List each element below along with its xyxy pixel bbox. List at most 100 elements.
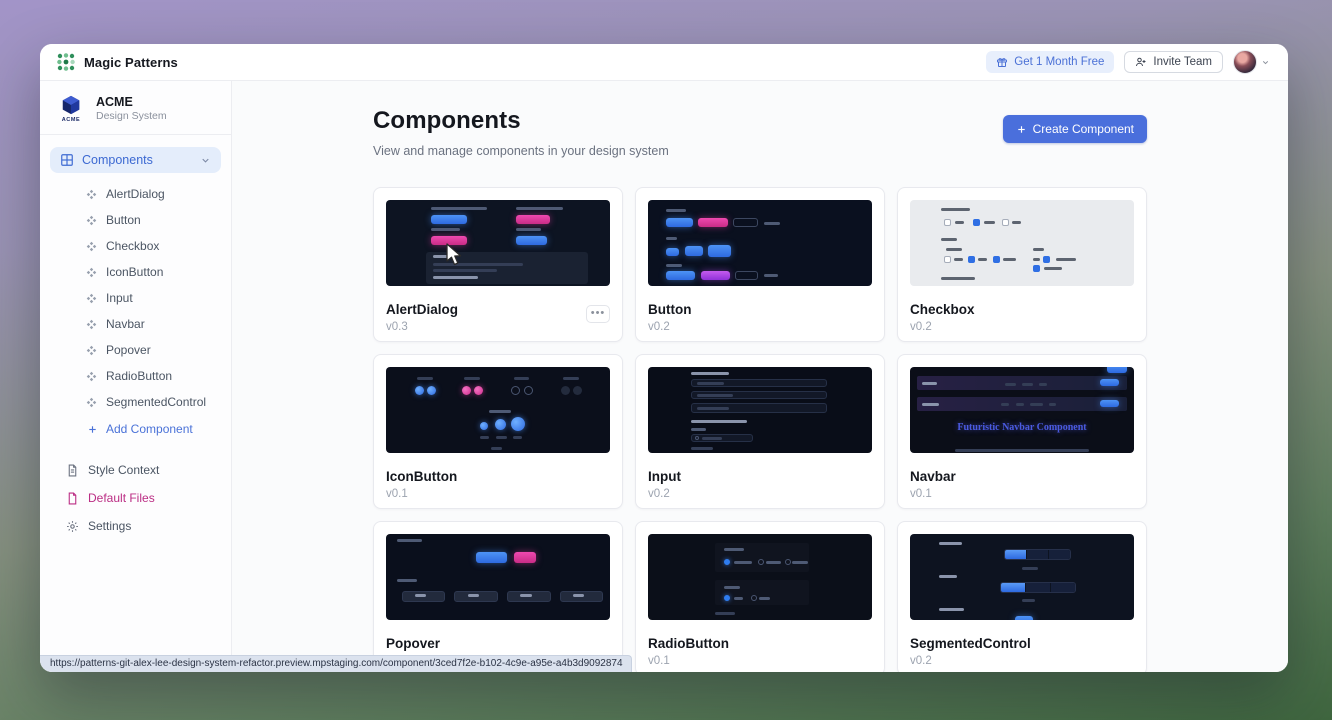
file-icon — [66, 492, 79, 505]
component-card-version: v0.2 — [910, 655, 1134, 667]
component-card-version: v0.1 — [910, 488, 1134, 500]
top-bar: Magic Patterns Get 1 Month Free Invite T… — [40, 44, 1288, 81]
sidebar-item-navbar[interactable]: Navbar — [40, 311, 231, 337]
avatar[interactable] — [1233, 50, 1257, 74]
create-component-label: Create Component — [1033, 122, 1134, 136]
sidebar-item-popover[interactable]: Popover — [40, 337, 231, 363]
component-card-title: Checkbox — [910, 302, 1134, 317]
component-card-popover[interactable]: Popover v0.2 — [373, 521, 623, 672]
sidebar-item-alertdialog[interactable]: AlertDialog — [40, 181, 231, 207]
component-thumbnail[interactable] — [910, 534, 1134, 620]
chevron-down-icon — [200, 155, 211, 166]
sidebar-item-label: Checkbox — [106, 239, 159, 253]
acme-logo: ACME — [56, 94, 86, 123]
component-icon — [86, 319, 97, 330]
component-card-iconbutton[interactable]: IconButton v0.1 — [373, 354, 623, 509]
component-grid: AlertDialog v0.3 ••• — [373, 187, 1147, 672]
component-card-version: v0.2 — [648, 321, 872, 333]
page-title: Components — [373, 107, 669, 135]
component-icon — [86, 267, 97, 278]
sidebar-item-checkbox[interactable]: Checkbox — [40, 233, 231, 259]
component-card-version: v0.1 — [386, 488, 610, 500]
gift-icon — [996, 56, 1008, 68]
sidebar-item-radiobutton[interactable]: RadioButton — [40, 363, 231, 389]
invite-team-button[interactable]: Invite Team — [1124, 51, 1223, 73]
account-menu[interactable] — [1233, 50, 1270, 74]
sidebar-item-label: Input — [106, 291, 133, 305]
sidebar-item-label: Style Context — [88, 463, 159, 477]
component-card-radiobutton[interactable]: RadioButton v0.1 — [635, 521, 885, 672]
component-icon — [86, 241, 97, 252]
acme-logo-label: ACME — [62, 117, 81, 123]
component-card-segmentedcontrol[interactable]: SegmentedControl v0.2 — [897, 521, 1147, 672]
sidebar-item-iconbutton[interactable]: IconButton — [40, 259, 231, 285]
user-plus-icon — [1135, 56, 1147, 68]
component-icon — [86, 189, 97, 200]
component-card-title: Input — [648, 469, 872, 484]
add-component-button[interactable]: Add Component — [40, 415, 231, 443]
component-card-title: SegmentedControl — [910, 636, 1134, 651]
component-thumbnail[interactable] — [386, 534, 610, 620]
component-icon — [86, 397, 97, 408]
components-nav-label: Components — [82, 153, 153, 167]
sidebar-item-button[interactable]: Button — [40, 207, 231, 233]
component-card-title: IconButton — [386, 469, 610, 484]
component-card-title: Popover — [386, 636, 610, 651]
component-card-button[interactable]: Button v0.2 — [635, 187, 885, 342]
workspace-name: ACME — [96, 95, 167, 109]
sidebar-item-components[interactable]: Components — [50, 147, 221, 173]
magic-patterns-logo — [56, 52, 76, 72]
component-list: AlertDialog Button Checkbox IconButton I… — [40, 181, 231, 415]
card-menu-button[interactable]: ••• — [586, 305, 610, 323]
component-card-version: v0.3 — [386, 321, 610, 333]
component-thumbnail[interactable] — [386, 200, 610, 286]
component-thumbnail[interactable] — [648, 367, 872, 453]
plus-icon — [87, 424, 98, 435]
cube-icon — [60, 94, 82, 116]
sidebar-item-input[interactable]: Input — [40, 285, 231, 311]
plus-icon — [1016, 124, 1027, 135]
sidebar-footer: Style Context Default Files Settings — [40, 456, 231, 540]
sidebar-item-segmentedcontrol[interactable]: SegmentedControl — [40, 389, 231, 415]
sidebar-item-settings[interactable]: Settings — [40, 512, 231, 540]
sidebar-item-label: SegmentedControl — [106, 395, 206, 409]
navbar-thumb-text: Futuristic Navbar Component — [910, 422, 1134, 433]
sidebar-item-label: Navbar — [106, 317, 145, 331]
component-card-version: v0.2 — [648, 488, 872, 500]
component-card-checkbox[interactable]: Checkbox v0.2 — [897, 187, 1147, 342]
component-icon — [86, 293, 97, 304]
sidebar-item-style-context[interactable]: Style Context — [40, 456, 231, 484]
page-subtitle: View and manage components in your desig… — [373, 144, 669, 158]
component-icon — [86, 215, 97, 226]
component-thumbnail[interactable] — [386, 367, 610, 453]
link-preview-status-bar: https://patterns-git-alex-lee-design-sys… — [40, 655, 632, 672]
component-card-navbar[interactable]: Futuristic Navbar Component Navbar v0.1 — [897, 354, 1147, 509]
component-card-version: v0.2 — [910, 321, 1134, 333]
get-month-free-button[interactable]: Get 1 Month Free — [986, 51, 1114, 73]
component-card-title: AlertDialog — [386, 302, 610, 317]
component-card-input[interactable]: Input v0.2 — [635, 354, 885, 509]
add-component-label: Add Component — [106, 422, 193, 436]
create-component-button[interactable]: Create Component — [1003, 115, 1147, 143]
chevron-down-icon — [1261, 58, 1270, 67]
component-card-title: Button — [648, 302, 872, 317]
component-thumbnail[interactable] — [648, 534, 872, 620]
component-thumbnail[interactable]: Futuristic Navbar Component — [910, 367, 1134, 453]
sidebar-item-label: AlertDialog — [106, 187, 165, 201]
invite-team-label: Invite Team — [1153, 56, 1212, 68]
workspace-switcher[interactable]: ACME ACME Design System — [40, 81, 231, 134]
sidebar-item-label: RadioButton — [106, 369, 172, 383]
sidebar-item-label: Popover — [106, 343, 151, 357]
component-thumbnail[interactable] — [910, 200, 1134, 286]
component-card-version: v0.1 — [648, 655, 872, 667]
component-card-alertdialog[interactable]: AlertDialog v0.3 ••• — [373, 187, 623, 342]
get-month-free-label: Get 1 Month Free — [1014, 56, 1104, 68]
sidebar: ACME ACME Design System Components — [40, 81, 232, 672]
sidebar-divider — [40, 134, 231, 135]
component-thumbnail[interactable] — [648, 200, 872, 286]
brand: Magic Patterns — [56, 52, 178, 72]
sidebar-item-default-files[interactable]: Default Files — [40, 484, 231, 512]
desktop-background: Magic Patterns Get 1 Month Free Invite T… — [0, 0, 1332, 720]
top-bar-actions: Get 1 Month Free Invite Team — [986, 50, 1270, 74]
component-icon — [86, 371, 97, 382]
